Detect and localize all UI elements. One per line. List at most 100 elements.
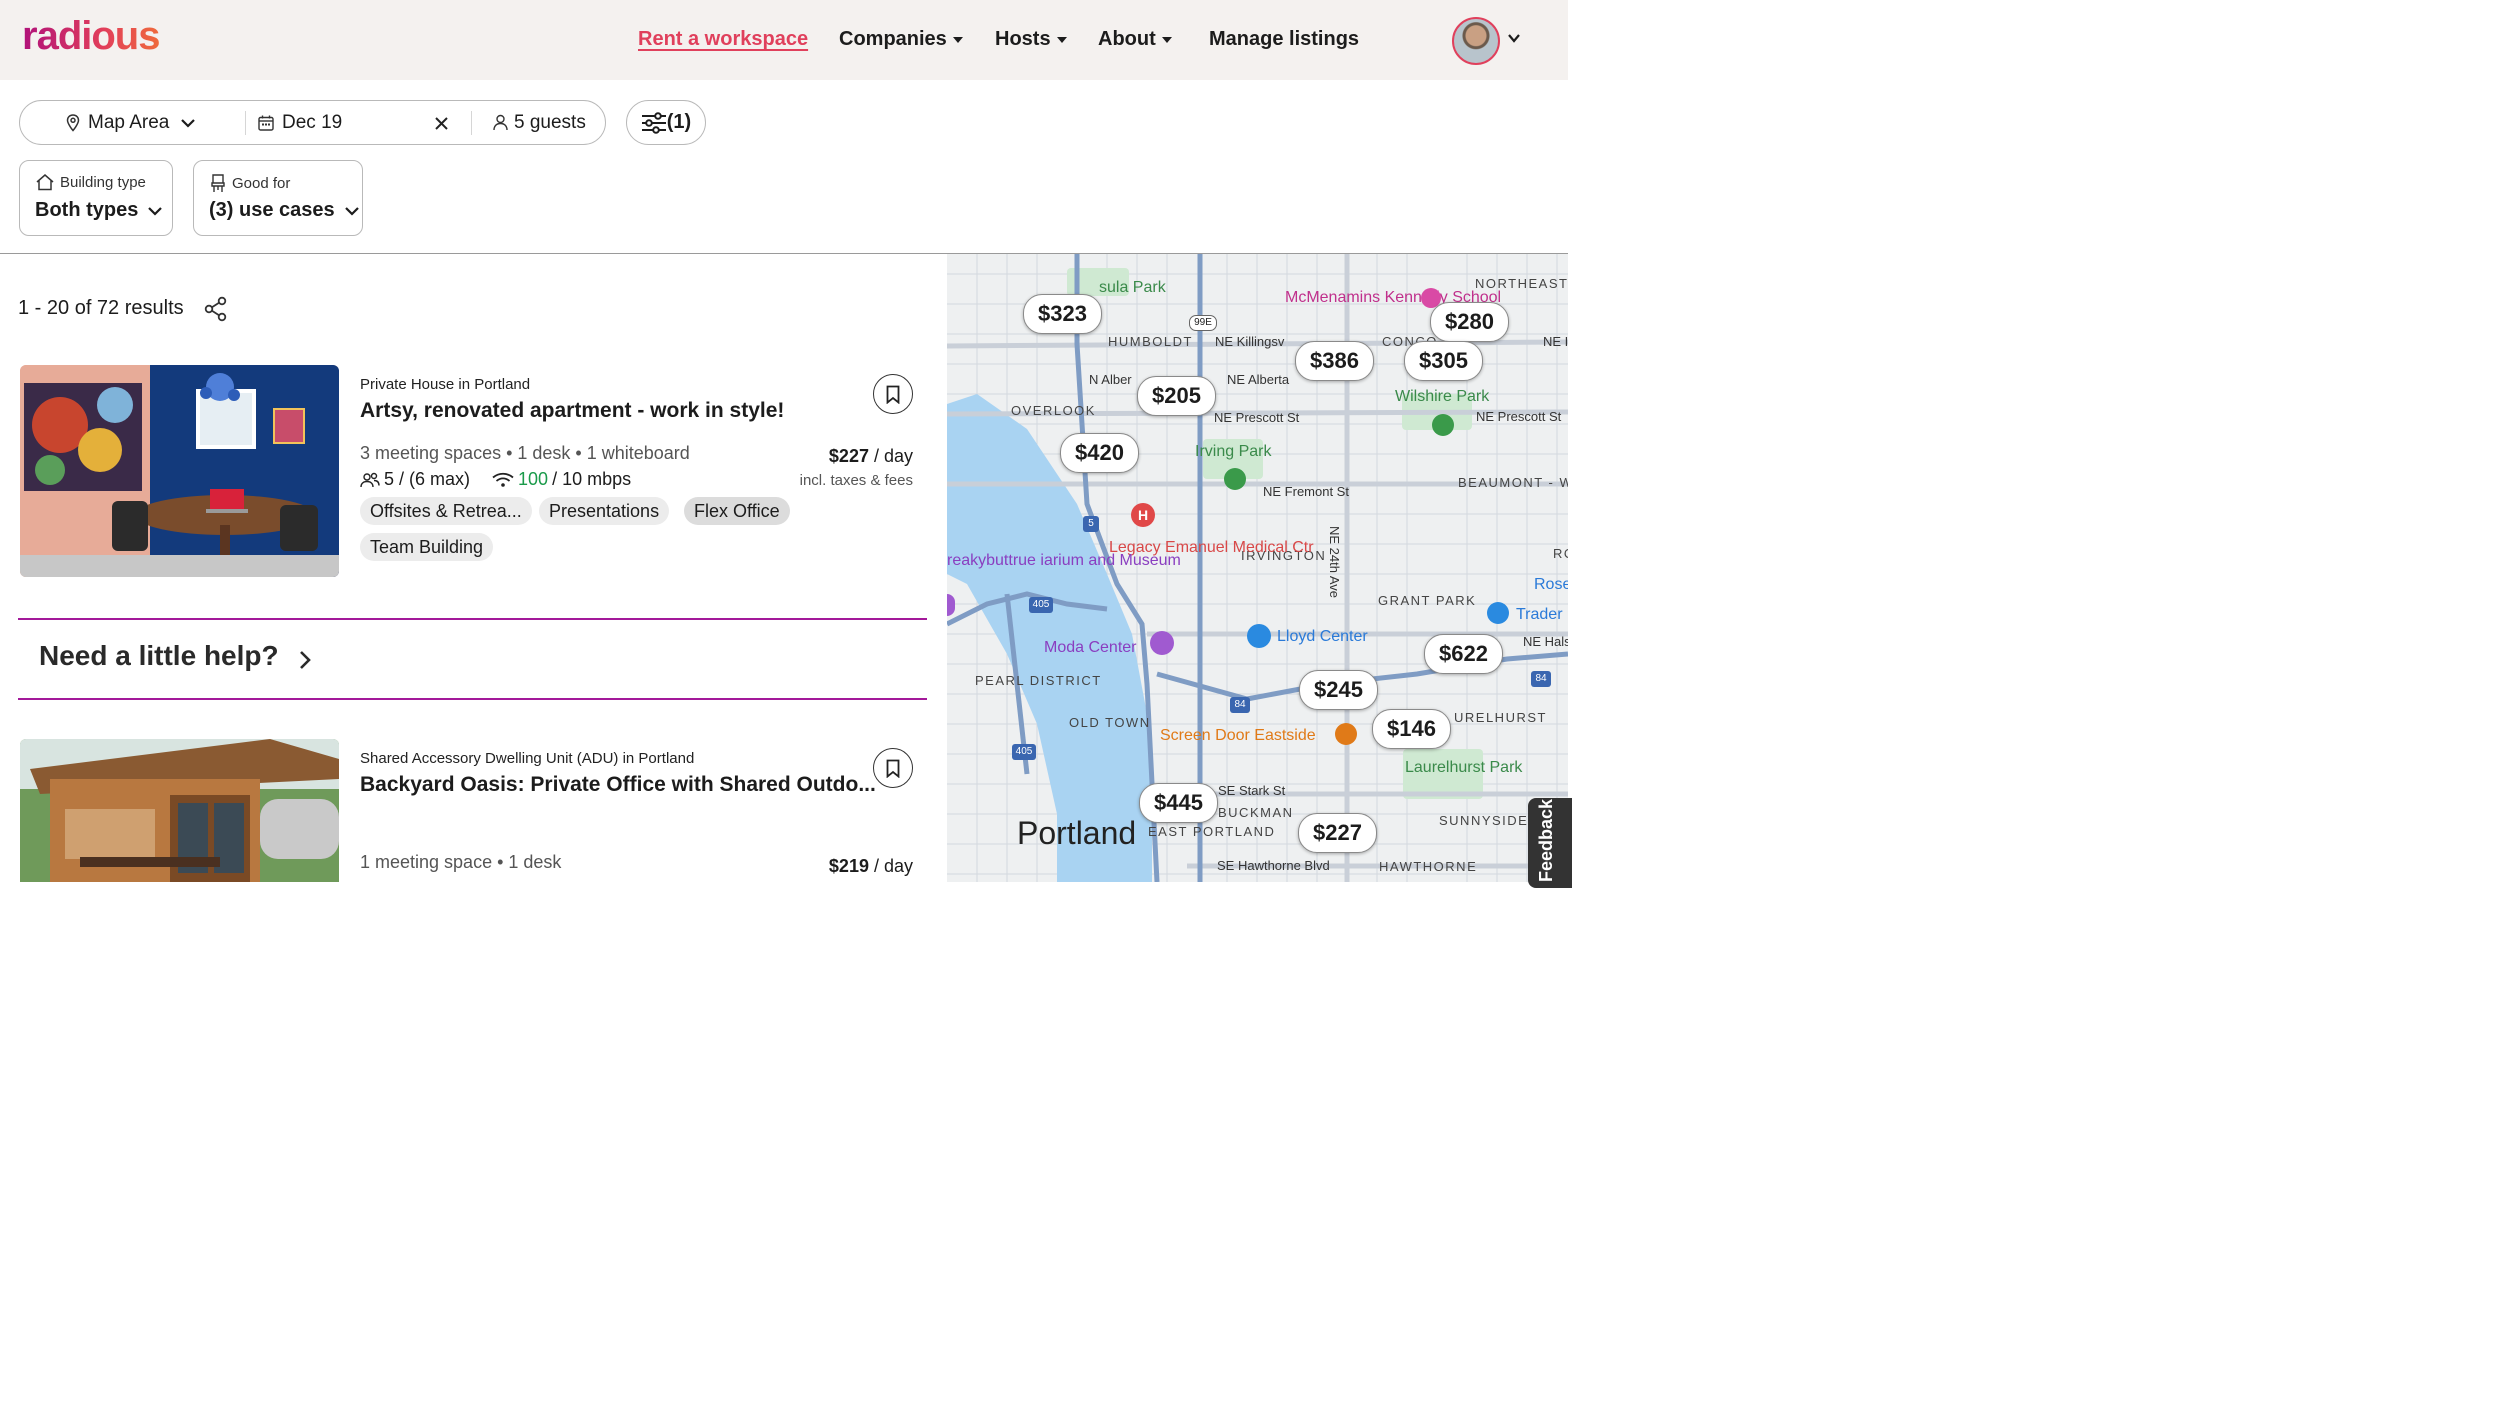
location-value: Map Area xyxy=(88,111,170,133)
store-marker-icon[interactable] xyxy=(1487,602,1509,624)
listing-image[interactable] xyxy=(20,365,339,577)
feedback-label: Feedback xyxy=(1536,798,1556,882)
listing-title[interactable]: Backyard Oasis: Private Office with Shar… xyxy=(360,773,876,797)
city-label: Portland xyxy=(1017,815,1137,851)
filters-count: (1) xyxy=(666,111,692,133)
chevron-down-icon xyxy=(181,118,196,128)
help-banner[interactable]: Need a little help? xyxy=(18,618,927,700)
map-price-pin[interactable]: $420 xyxy=(1060,433,1139,473)
help-text: Need a little help? xyxy=(39,640,279,671)
hospital-marker-icon[interactable]: H xyxy=(1131,503,1155,527)
download-speed: 100 xyxy=(518,469,549,489)
date-value: Dec 19 xyxy=(282,111,343,133)
listing-price: $219 / day xyxy=(829,856,913,877)
tag-flex-office: Flex Office xyxy=(684,497,790,525)
neighborhood-label: GRANT PARK xyxy=(1378,593,1477,608)
street-label: N Alber xyxy=(1089,372,1132,387)
place-label: Rose xyxy=(1534,576,1568,593)
map-price-pin[interactable]: $386 xyxy=(1295,341,1374,381)
location-select[interactable]: Map Area xyxy=(66,101,196,144)
place-label: Lloyd Center xyxy=(1277,628,1368,645)
nav-manage-listings[interactable]: Manage listings xyxy=(1209,28,1359,51)
street-label: NE I xyxy=(1543,334,1568,349)
map-price-pin[interactable]: $305 xyxy=(1404,341,1483,381)
map-price-pin[interactable]: $146 xyxy=(1372,709,1451,749)
wifi-icon xyxy=(492,472,514,487)
map-price-pin[interactable]: $622 xyxy=(1424,634,1503,674)
neighborhood-label: RO xyxy=(1553,546,1568,561)
street-label: SE Hawthorne Blvd xyxy=(1217,858,1330,873)
guests-select[interactable]: 5 guests xyxy=(493,101,586,144)
venue-marker-icon[interactable] xyxy=(1150,631,1174,655)
listing-photo-apartment xyxy=(20,365,339,577)
street-label: NE Alberta xyxy=(1227,372,1290,387)
street-label: NE Fremont St xyxy=(1263,484,1349,499)
results-map[interactable]: HUMBOLDT OVERLOOK NORTHEAST PORTLAND CON… xyxy=(947,254,1568,882)
good-for-filter[interactable]: Good for (3) use cases xyxy=(193,160,363,236)
date-picker[interactable]: Dec 19 xyxy=(258,101,342,144)
feedback-tab[interactable]: Feedback xyxy=(1528,798,1572,888)
map-price-pin[interactable]: $445 xyxy=(1139,783,1218,823)
listing-capacity-row: 5 / (6 max) 100/ 10 mbps xyxy=(360,469,631,490)
chevron-down-icon xyxy=(148,206,163,216)
place-label: Irving Park xyxy=(1195,443,1272,460)
price-amount: $219 xyxy=(828,856,869,876)
price-amount: $227 xyxy=(828,446,869,466)
listing-title[interactable]: Artsy, renovated apartment - work in sty… xyxy=(360,399,784,423)
building-type-filter[interactable]: Building type Both types xyxy=(19,160,173,236)
divider xyxy=(245,111,246,135)
shopping-marker-icon[interactable] xyxy=(1247,624,1271,648)
good-for-label: Good for xyxy=(232,174,291,192)
capacity-value: 5 / (6 max) xyxy=(384,469,471,489)
bookmark-button[interactable] xyxy=(873,374,913,414)
bookmark-icon xyxy=(886,759,900,778)
more-filters-button[interactable]: (1) xyxy=(626,100,706,145)
interstate-shield-icon: 405 xyxy=(1029,597,1053,613)
good-for-value: (3) use cases xyxy=(209,199,335,221)
radious-logo[interactable]: radious xyxy=(22,14,160,59)
tag-offsites: Offsites & Retrea... xyxy=(360,497,532,525)
map-price-pin[interactable]: $227 xyxy=(1298,813,1377,853)
chevron-down-icon[interactable] xyxy=(1508,32,1520,44)
neighborhood-label: BUCKMAN xyxy=(1218,805,1294,820)
person-icon xyxy=(493,114,508,131)
user-avatar[interactable] xyxy=(1452,17,1500,65)
map-price-pin[interactable]: $245 xyxy=(1299,670,1378,710)
map-pin-icon xyxy=(66,113,80,132)
map-price-pin[interactable]: $323 xyxy=(1023,294,1102,334)
listing-price: $227 / day xyxy=(829,446,913,467)
listing-fees-note: incl. taxes & fees xyxy=(799,472,913,489)
nav-hosts[interactable]: Hosts xyxy=(995,28,1067,51)
clear-date-icon[interactable] xyxy=(434,116,449,131)
calendar-icon xyxy=(258,115,274,131)
neighborhood-label: HAWTHORNE xyxy=(1379,859,1478,874)
bookmark-button[interactable] xyxy=(873,748,913,788)
top-header: radious Rent a workspace Companies Hosts… xyxy=(0,0,1568,80)
share-icon[interactable] xyxy=(204,296,228,322)
nav-companies[interactable]: Companies xyxy=(839,28,963,51)
caret-down-icon xyxy=(952,36,963,43)
map-price-pin[interactable]: $280 xyxy=(1430,302,1509,342)
neighborhood-label: URELHURST xyxy=(1454,710,1547,725)
neighborhood-label: BEAUMONT - WILSHIRE xyxy=(1458,475,1568,490)
park-marker-icon[interactable] xyxy=(1432,414,1454,436)
park-marker-icon[interactable] xyxy=(1224,468,1246,490)
listing-photo-backyard-office xyxy=(20,739,339,882)
nav-about-label: About xyxy=(1098,28,1156,50)
map-price-pin[interactable]: $205 xyxy=(1137,376,1216,416)
restaurant-marker-icon[interactable] xyxy=(1335,723,1357,745)
tag-presentations: Presentations xyxy=(539,497,670,525)
interstate-shield-icon: 84 xyxy=(1531,671,1551,687)
street-label: NE Prescott St xyxy=(1476,409,1562,424)
neighborhood-label: SUNNYSIDE xyxy=(1439,813,1529,828)
place-label: McMenamins Kennedy School xyxy=(1285,289,1502,306)
route-shield-icon: 99E xyxy=(1189,315,1217,331)
listing-kicker: Private House in Portland xyxy=(360,376,531,393)
nav-rent-workspace[interactable]: Rent a workspace xyxy=(638,28,808,51)
neighborhood-label: PEARL DISTRICT xyxy=(975,673,1102,688)
listing-image[interactable] xyxy=(20,739,339,882)
building-type-label: Building type xyxy=(60,173,146,191)
nav-about[interactable]: About xyxy=(1098,28,1172,51)
building-type-value: Both types xyxy=(35,199,139,221)
divider xyxy=(471,111,472,135)
